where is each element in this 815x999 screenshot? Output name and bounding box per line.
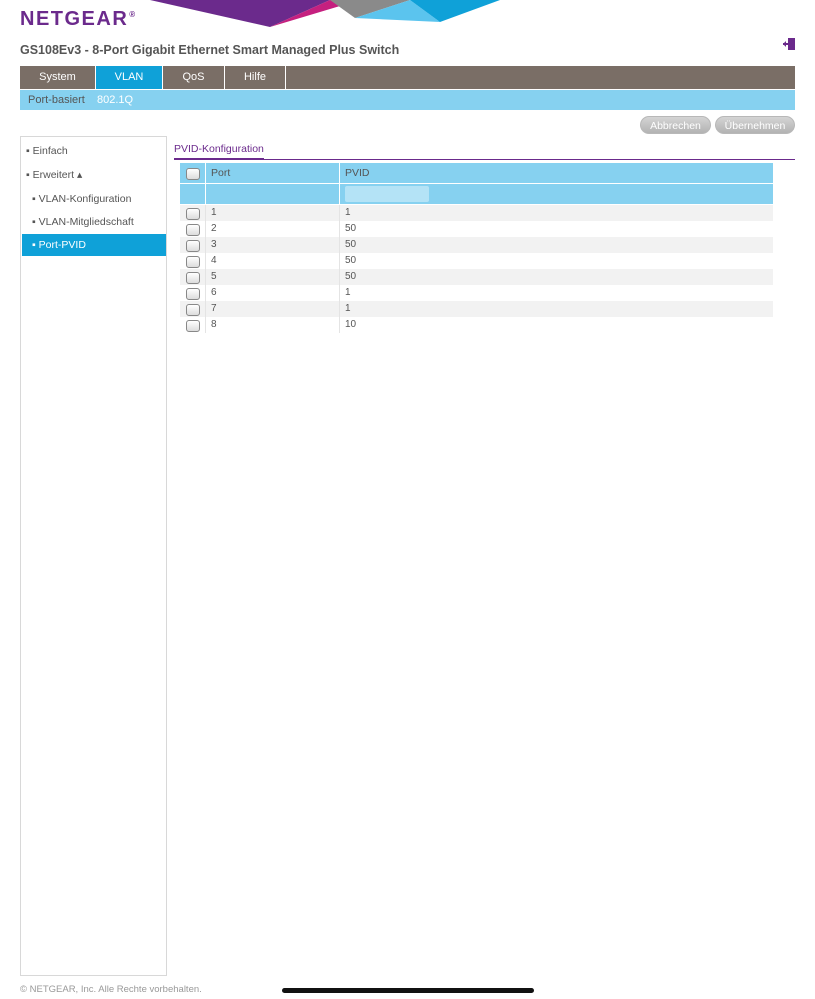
footer-copyright: © NETGEAR, Inc. Alle Rechte vorbehalten.	[20, 984, 202, 995]
column-header-pvid: PVID	[339, 163, 773, 183]
row-check-cell	[180, 301, 205, 317]
port-cell: 4	[205, 253, 339, 269]
row-check-cell	[180, 205, 205, 221]
pvid-filter-input[interactable]	[345, 186, 429, 202]
table-row[interactable]: 3 50	[180, 237, 773, 253]
filter-pvid-cell	[339, 184, 773, 204]
sub-navigation: Port-basiert 802.1Q	[20, 90, 795, 110]
sidebar-item-erweitert[interactable]: ▪ Erweitert ▴	[22, 164, 166, 186]
port-cell: 2	[205, 221, 339, 237]
port-cell: 3	[205, 237, 339, 253]
row-checkbox[interactable]	[186, 240, 200, 252]
tab-hilfe[interactable]: Hilfe	[225, 66, 286, 89]
table-row[interactable]: 4 50	[180, 253, 773, 269]
netgear-logo[interactable]: NETGEAR®	[20, 8, 137, 31]
pvid-cell: 1	[339, 205, 773, 221]
device-title: GS108Ev3 - 8-Port Gigabit Ethernet Smart…	[20, 43, 400, 57]
row-check-cell	[180, 221, 205, 237]
row-check-cell	[180, 237, 205, 253]
table-filter-row	[180, 184, 773, 204]
column-header-port: Port	[205, 163, 339, 183]
filter-port-cell	[205, 184, 339, 204]
table-row[interactable]: 1 1	[180, 205, 773, 221]
top-navigation: System VLAN QoS Hilfe	[20, 66, 795, 89]
subnav-8021q[interactable]: 802.1Q	[97, 90, 133, 110]
table-row[interactable]: 2 50	[180, 221, 773, 237]
table-row[interactable]: 7 1	[180, 301, 773, 317]
table-row[interactable]: 5 50	[180, 269, 773, 285]
section-title: PVID-Konfiguration	[174, 143, 264, 160]
home-indicator[interactable]	[282, 988, 534, 993]
tab-system[interactable]: System	[20, 66, 96, 89]
select-all-checkbox[interactable]	[186, 168, 200, 180]
table-header: Port PVID	[180, 163, 773, 183]
sidebar-item-vlan-mitgliedschaft[interactable]: ▪ VLAN-Mitgliedschaft	[22, 211, 166, 233]
pvid-cell: 1	[339, 285, 773, 301]
row-checkbox[interactable]	[186, 304, 200, 316]
sidebar-item-vlan-konfiguration[interactable]: ▪ VLAN-Konfiguration	[22, 188, 166, 210]
table-row[interactable]: 8 10	[180, 317, 773, 333]
row-check-cell	[180, 269, 205, 285]
port-cell: 1	[205, 205, 339, 221]
logo-trademark: ®	[129, 10, 137, 19]
sidebar-item-port-pvid[interactable]: ▪ Port-PVID	[22, 234, 166, 256]
cancel-button[interactable]: Abbrechen	[640, 116, 711, 134]
logout-icon[interactable]	[782, 37, 796, 51]
row-checkbox[interactable]	[186, 224, 200, 236]
sidebar: ▪ Einfach ▪ Erweitert ▴ ▪ VLAN-Konfigura…	[20, 136, 167, 976]
row-checkbox[interactable]	[186, 272, 200, 284]
sidebar-item-einfach[interactable]: ▪ Einfach	[22, 140, 166, 162]
port-cell: 6	[205, 285, 339, 301]
port-cell: 8	[205, 317, 339, 333]
tab-qos[interactable]: QoS	[163, 66, 225, 89]
port-cell: 7	[205, 301, 339, 317]
pvid-cell: 50	[339, 221, 773, 237]
row-checkbox[interactable]	[186, 208, 200, 220]
apply-button[interactable]: Übernehmen	[715, 116, 795, 134]
header-check-cell	[180, 163, 205, 183]
row-checkbox[interactable]	[186, 320, 200, 332]
row-check-cell	[180, 317, 205, 333]
row-check-cell	[180, 253, 205, 269]
pvid-cell: 10	[339, 317, 773, 333]
pvid-cell: 50	[339, 253, 773, 269]
pvid-cell: 50	[339, 237, 773, 253]
tab-vlan[interactable]: VLAN	[96, 66, 163, 89]
subnav-port-based[interactable]: Port-basiert	[28, 90, 85, 110]
filter-check-cell	[180, 184, 205, 204]
logo-text: NETGEAR	[20, 8, 129, 30]
section-divider	[174, 159, 795, 160]
row-checkbox[interactable]	[186, 256, 200, 268]
port-cell: 5	[205, 269, 339, 285]
row-check-cell	[180, 285, 205, 301]
pvid-cell: 50	[339, 269, 773, 285]
row-checkbox[interactable]	[186, 288, 200, 300]
pvid-cell: 1	[339, 301, 773, 317]
table-row[interactable]: 6 1	[180, 285, 773, 301]
